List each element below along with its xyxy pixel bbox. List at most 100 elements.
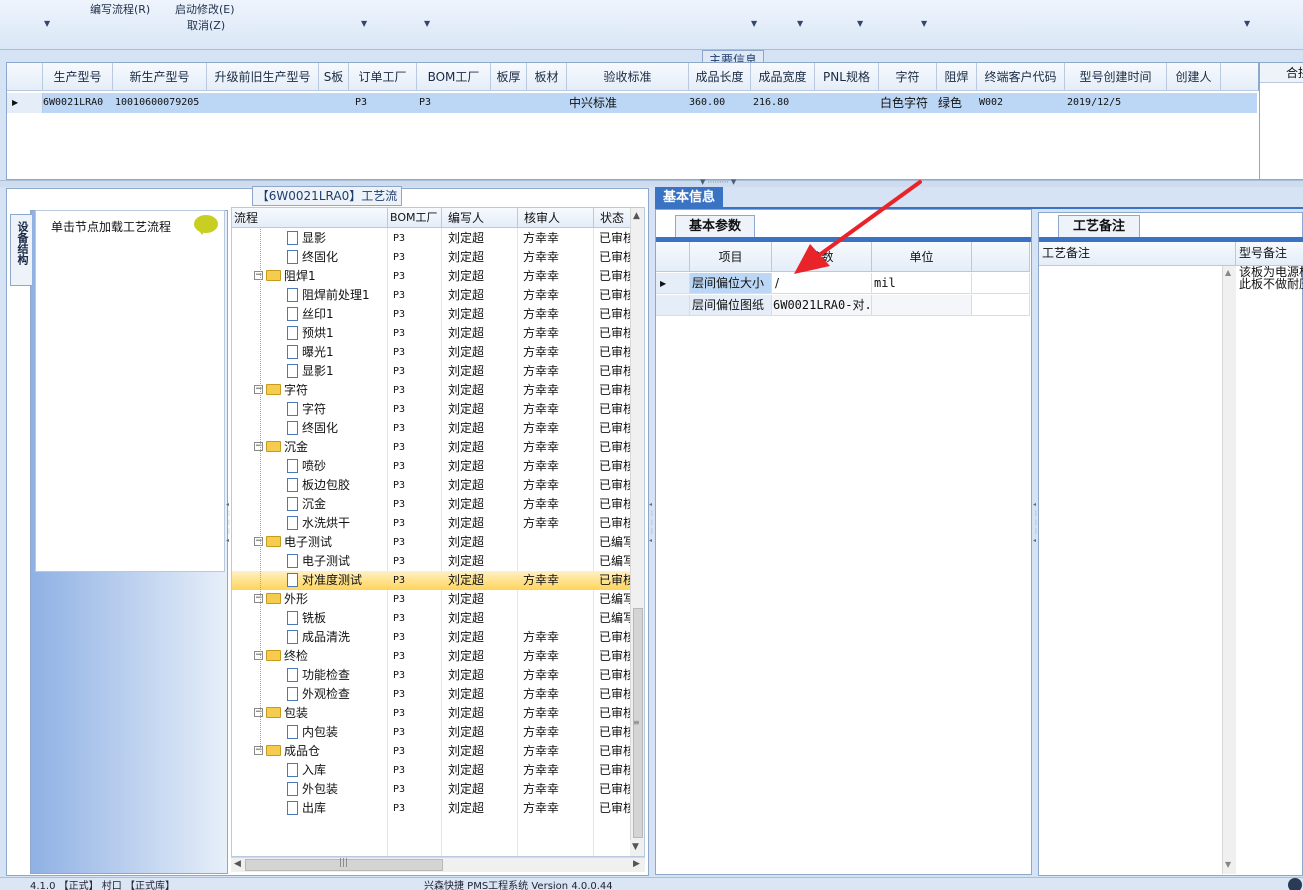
basic-params-tab[interactable]: 基本参数 [675, 215, 755, 237]
col-header[interactable]: 阻焊 [937, 63, 977, 91]
scroll-right-icon[interactable]: ▶ [633, 859, 640, 869]
tree-node-row[interactable]: 曝光1 P3 刘定超 方幸幸 已审核 [232, 343, 632, 362]
tree-node-row[interactable]: 出库 P3 刘定超 方幸幸 已审核 [232, 799, 632, 818]
tree-node-row[interactable]: 外包装 P3 刘定超 方幸幸 已审核 [232, 780, 632, 799]
tree-group-row[interactable]: − 外形 P3 刘定超 已编写 [232, 590, 632, 609]
scroll-up-icon[interactable]: ▲ [1225, 268, 1231, 277]
tree-node-row[interactable]: 字符 P3 刘定超 方幸幸 已审核 [232, 400, 632, 419]
scroll-down-icon[interactable]: ▼ [630, 840, 644, 856]
merge-tab[interactable]: 合拼 [1260, 63, 1303, 83]
col-header-status[interactable]: 状态 [594, 208, 632, 228]
tree-node-row[interactable]: 显影1 P3 刘定超 方幸幸 已审核 [232, 362, 632, 381]
load-flow-area[interactable]: 单击节点加载工艺流程 [35, 210, 225, 572]
col-header-item[interactable]: 项目 [690, 242, 772, 272]
param-value[interactable]: 6W0021LRA0-对... [772, 295, 872, 316]
tree-node-row[interactable]: 丝印1 P3 刘定超 方幸幸 已审核 [232, 305, 632, 324]
col-header[interactable]: 验收标准 [567, 63, 689, 91]
col-header[interactable]: 字符 [879, 63, 937, 91]
scroll-left-icon[interactable]: ◀ [234, 859, 241, 869]
write-flow-button[interactable]: 编写流程(R) [90, 1, 150, 17]
param-item[interactable]: 层间偏位图纸 [690, 295, 772, 316]
col-header[interactable]: PNL规格 [815, 63, 879, 91]
tree-group-row[interactable]: − 包装 P3 刘定超 方幸幸 已审核 [232, 704, 632, 723]
col-header[interactable]: 板厚 [491, 63, 527, 91]
tree-node-row[interactable]: 终固化 P3 刘定超 方幸幸 已审核 [232, 248, 632, 267]
tree-node-row[interactable]: 阻焊前处理1 P3 刘定超 方幸幸 已审核 [232, 286, 632, 305]
col-header-bom[interactable]: BOM工厂 [388, 208, 442, 228]
tree-group-row[interactable]: − 成品仓 P3 刘定超 方幸幸 已审核 [232, 742, 632, 761]
chevron-down-icon[interactable]: ▼ [921, 19, 927, 28]
col-header-reviewer[interactable]: 核审人 [518, 208, 594, 228]
collapse-icon[interactable]: − [254, 385, 263, 394]
param-item[interactable]: 层间偏位大小 [690, 273, 772, 294]
collapse-icon[interactable]: − [254, 708, 263, 717]
col-header[interactable]: 型号创建时间 [1065, 63, 1167, 91]
tree-node-row[interactable]: 喷砂 P3 刘定超 方幸幸 已审核 [232, 457, 632, 476]
model-notes-text[interactable]: 该板为电源板 此板不做耐压 [1239, 266, 1303, 296]
tree-horizontal-scrollbar[interactable]: ◀ ||| ▶ [231, 857, 645, 872]
vertical-splitter-grip[interactable]: ◂ ⋮ ⋮ ⋮ ◂ [649, 500, 655, 580]
col-header-process-notes[interactable]: 工艺备注 [1039, 242, 1236, 266]
start-modify-button[interactable]: 启动修改(E) [175, 1, 235, 17]
collapse-icon[interactable]: − [254, 746, 263, 755]
chevron-down-icon[interactable]: ▼ [797, 19, 803, 28]
tree-group-row[interactable]: − 终检 P3 刘定超 方幸幸 已审核 [232, 647, 632, 666]
col-header[interactable]: 终端客户代码 [977, 63, 1065, 91]
notes-scrollbar[interactable]: ▲ ▼ [1222, 266, 1236, 874]
bom-cell: P3 [393, 784, 406, 795]
collapse-icon[interactable]: − [254, 271, 263, 280]
col-header-writer[interactable]: 编写人 [442, 208, 518, 228]
col-header-flow[interactable]: 流程 [232, 208, 388, 228]
tree-node-row[interactable]: 外观检查 P3 刘定超 方幸幸 已审核 [232, 685, 632, 704]
chevron-down-icon[interactable]: ▼ [424, 19, 430, 28]
tree-node-row[interactable]: 成品清洗 P3 刘定超 方幸幸 已审核 [232, 628, 632, 647]
tree-group-row[interactable]: − 沉金 P3 刘定超 方幸幸 已审核 [232, 438, 632, 457]
param-unit[interactable] [872, 295, 972, 316]
collapse-icon[interactable]: − [254, 651, 263, 660]
chevron-down-icon[interactable]: ▼ [361, 19, 367, 28]
chevron-down-icon[interactable]: ▼ [1244, 19, 1250, 28]
tree-group-row[interactable]: − 字符 P3 刘定超 方幸幸 已审核 [232, 381, 632, 400]
col-header[interactable]: 成品宽度 [751, 63, 815, 91]
col-header[interactable]: 升级前旧生产型号 [207, 63, 319, 91]
tree-node-row[interactable]: 对准度测试 P3 刘定超 方幸幸 已审核 [232, 571, 632, 590]
tree-node-row[interactable]: 显影 P3 刘定超 方幸幸 已审核 [232, 229, 632, 248]
tree-node-row[interactable]: 水洗烘干 P3 刘定超 方幸幸 已审核 [232, 514, 632, 533]
col-header[interactable]: 创建人 [1167, 63, 1221, 91]
tree-node-row[interactable]: 沉金 P3 刘定超 方幸幸 已审核 [232, 495, 632, 514]
collapse-icon[interactable]: − [254, 537, 263, 546]
col-header[interactable]: 成品长度 [689, 63, 751, 91]
chevron-down-icon[interactable]: ▼ [44, 19, 50, 28]
tree-node-row[interactable]: 预烘1 P3 刘定超 方幸幸 已审核 [232, 324, 632, 343]
device-structure-tab[interactable]: 设备结构 [10, 214, 32, 286]
tree-node-row[interactable]: 电子测试 P3 刘定超 已编写 [232, 552, 632, 571]
tree-vertical-scrollbar[interactable]: ▲ ≡ [630, 208, 644, 840]
scroll-down-icon[interactable]: ▼ [1225, 860, 1231, 869]
col-header[interactable]: BOM工厂 [417, 63, 491, 91]
tree-node-row[interactable]: 功能检查 P3 刘定超 方幸幸 已审核 [232, 666, 632, 685]
chevron-down-icon[interactable]: ▼ [751, 19, 757, 28]
collapse-icon[interactable]: − [254, 442, 263, 451]
col-header[interactable]: S板 [319, 63, 349, 91]
tree-node-row[interactable]: 终固化 P3 刘定超 方幸幸 已审核 [232, 419, 632, 438]
col-header[interactable]: 板材 [527, 63, 567, 91]
basic-info-tab[interactable]: 基本信息 [655, 187, 723, 209]
col-header-model-notes[interactable]: 型号备注 [1236, 242, 1303, 266]
col-header[interactable]: 订单工厂 [349, 63, 417, 91]
status-cell: 已审核 [599, 231, 630, 245]
tree-node-row[interactable]: 内包装 P3 刘定超 方幸幸 已审核 [232, 723, 632, 742]
vertical-splitter-grip[interactable]: ◂ ⋮ ⋮ ⋮ ◂ [1033, 500, 1039, 580]
horizontal-splitter[interactable]: ▼ ⋯⋯⋯ ▼ [0, 178, 1303, 187]
col-header[interactable]: 生产型号 [43, 63, 113, 91]
scroll-up-icon[interactable]: ▲ [633, 211, 640, 221]
col-header[interactable]: 新生产型号 [113, 63, 207, 91]
tree-node-row[interactable]: 入库 P3 刘定超 方幸幸 已审核 [232, 761, 632, 780]
tree-group-row[interactable]: − 电子测试 P3 刘定超 已编写 [232, 533, 632, 552]
collapse-icon[interactable]: − [254, 594, 263, 603]
tree-node-row[interactable]: 板边包胶 P3 刘定超 方幸幸 已审核 [232, 476, 632, 495]
chevron-down-icon[interactable]: ▼ [857, 19, 863, 28]
tree-node-row[interactable]: 铣板 P3 刘定超 已编写 [232, 609, 632, 628]
cancel-button[interactable]: 取消(Z) [187, 17, 225, 33]
tree-group-row[interactable]: − 阻焊1 P3 刘定超 方幸幸 已审核 [232, 267, 632, 286]
process-notes-tab[interactable]: 工艺备注 [1058, 215, 1140, 237]
